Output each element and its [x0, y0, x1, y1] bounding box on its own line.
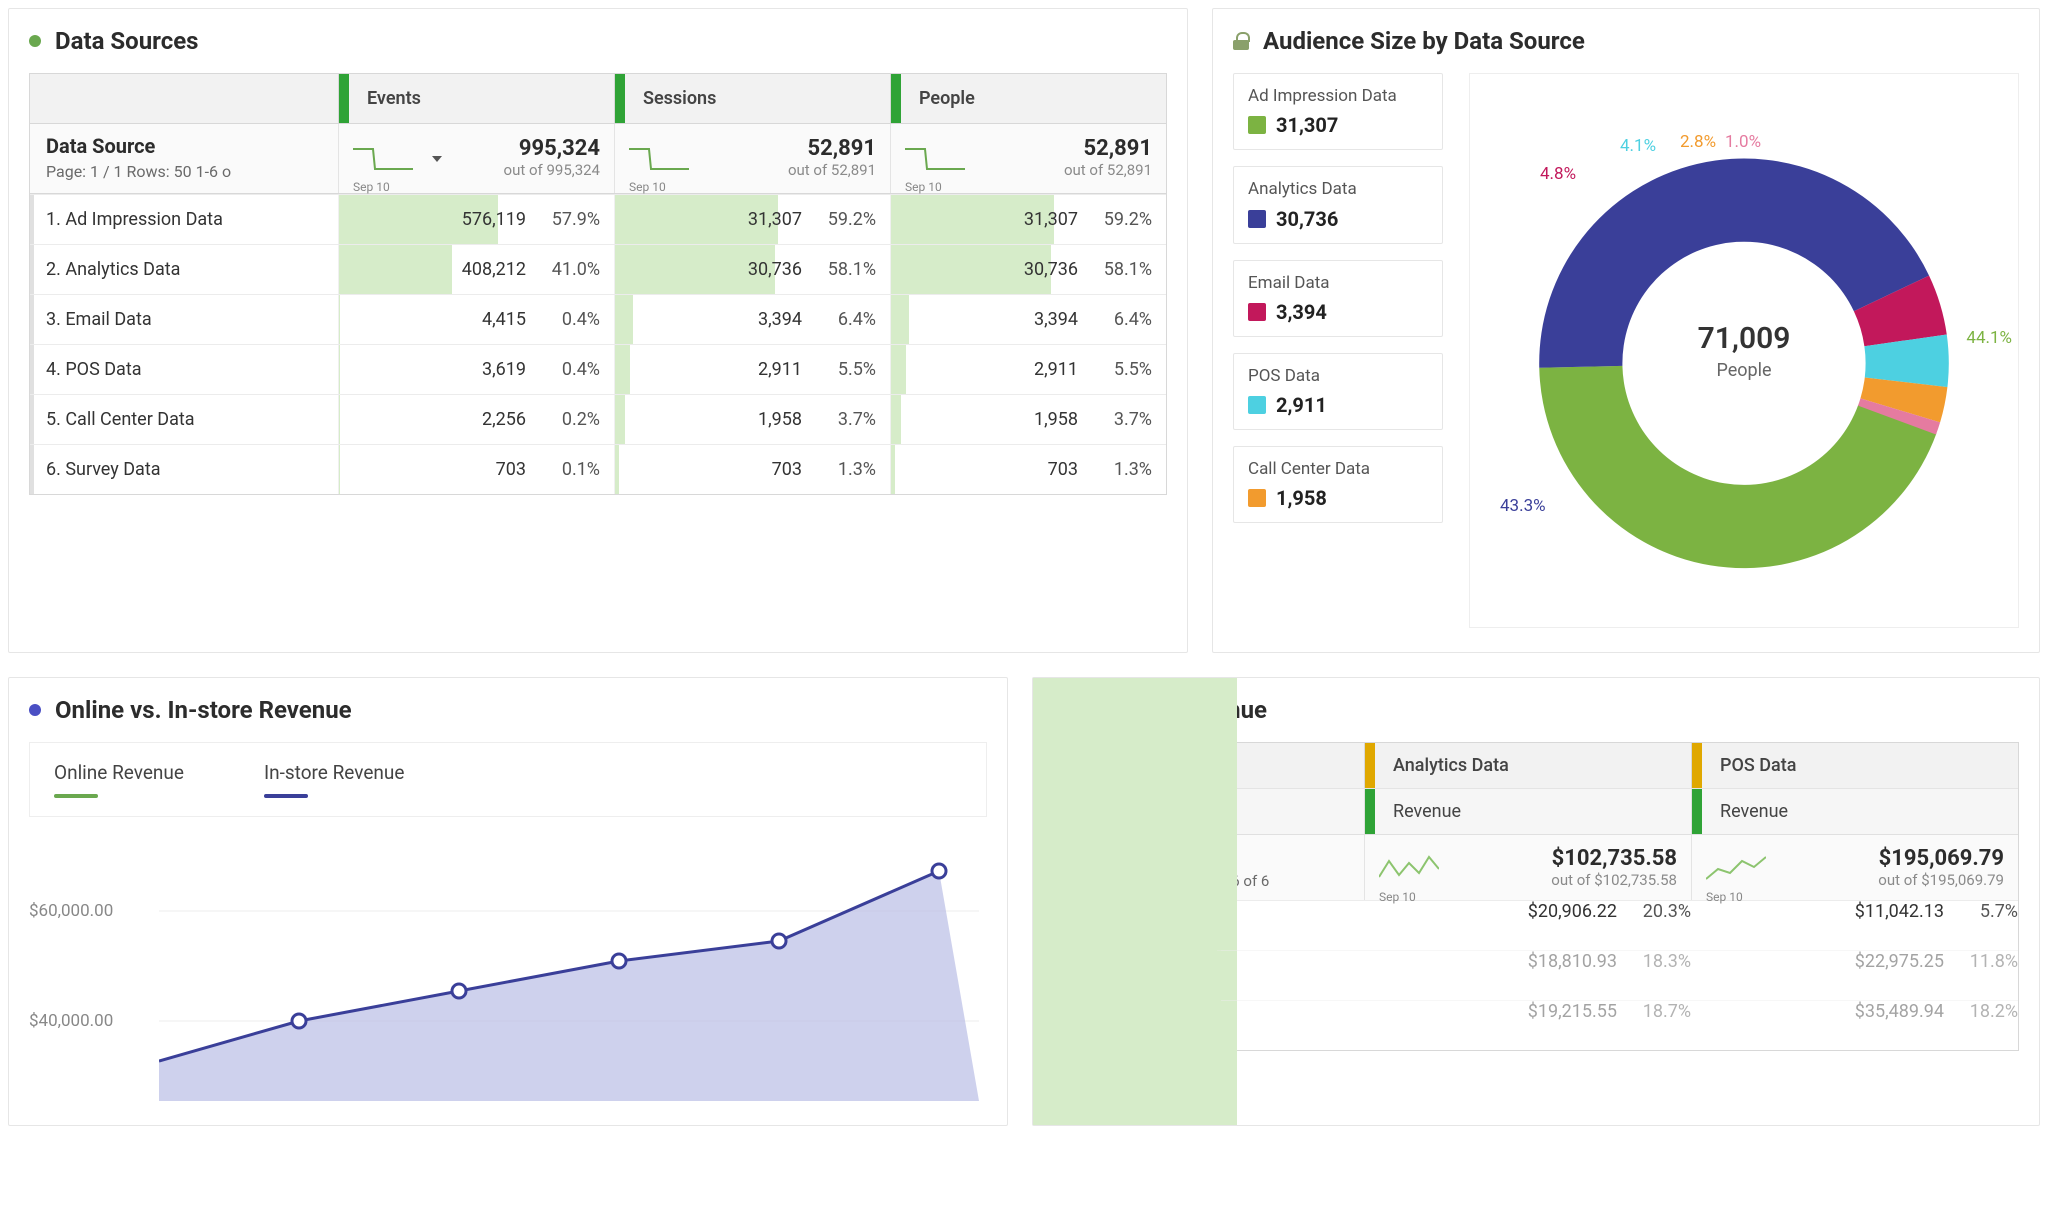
metric-cell: 1,9583.7% — [614, 395, 890, 444]
slice-label: 4.1% — [1620, 136, 1656, 156]
summary-events: Sep 10 995,324 out of 995,324 — [338, 124, 614, 193]
legend-item[interactable]: Analytics Data30,736 — [1233, 166, 1443, 243]
row-label: 5. Call Center Data — [30, 395, 338, 444]
table-corner — [30, 74, 338, 123]
metric-cell: 31,30759.2% — [614, 195, 890, 244]
metric-cell: $18,810.9318.3% — [1364, 951, 1691, 1000]
y-tick: $40,000.00 — [29, 1011, 113, 1031]
row-label: 6. Survey Data — [30, 445, 338, 494]
table-row[interactable]: 6. Survey Data7030.1%7031.3%7031.3% — [30, 444, 1166, 494]
table-row[interactable]: 2. Analytics Data408,21241.0%30,73658.1%… — [30, 244, 1166, 294]
metric-cell: $20,906.2220.3% — [1364, 901, 1691, 950]
sparkline-icon: Sep 10 — [629, 139, 689, 177]
panel-online-vs-instore: Online vs. In-store Revenue Online Reven… — [8, 677, 1008, 1126]
panel-title: Online vs. In-store Revenue — [55, 696, 352, 724]
sparkline-icon: Sep 10 — [353, 139, 413, 177]
legend-swatch — [1248, 303, 1266, 321]
slice-label: 44.1% — [1966, 328, 2012, 348]
line-chart[interactable]: $60,000.00 $40,000.00 — [29, 841, 987, 1101]
row-label: 4. POS Data — [30, 345, 338, 394]
col-events[interactable]: Events — [338, 74, 614, 123]
row-label: 3. Email Data — [30, 295, 338, 344]
panel-trended-revenue: Trended Revenue Analytics Data POS Data … — [1032, 677, 2040, 1126]
panel-title: Audience Size by Data Source — [1263, 27, 1585, 55]
legend-item-instore[interactable]: In-store Revenue — [264, 761, 405, 798]
data-sources-table: Events Sessions People Data Source Page:… — [29, 73, 1167, 495]
donut-center: 71,009 People — [1698, 321, 1791, 381]
metric-cell: 31,30759.2% — [890, 195, 1166, 244]
slice-label: 43.3% — [1500, 496, 1546, 516]
metric-cell: 7031.3% — [614, 445, 890, 494]
table-row[interactable]: 4. POS Data3,6190.4%2,9115.5%2,9115.5% — [30, 344, 1166, 394]
lock-icon — [1233, 32, 1249, 50]
metric-cell: 7030.1% — [338, 445, 614, 494]
metric-cell: 408,21241.0% — [338, 245, 614, 294]
metric-cell: 30,73658.1% — [614, 245, 890, 294]
metric-cell: 3,3946.4% — [890, 295, 1166, 344]
sparkline-icon: Sep 10 — [905, 139, 965, 177]
table-row[interactable]: 5. Call Center Data2,2560.2%1,9583.7%1,9… — [30, 394, 1166, 444]
metric-cell: 30,73658.1% — [890, 245, 1166, 294]
metric-cell: 1,9583.7% — [890, 395, 1166, 444]
col-people[interactable]: People — [890, 74, 1166, 123]
panel-title: Data Sources — [55, 27, 199, 55]
metric-cell: 2,2560.2% — [338, 395, 614, 444]
col-pos-data[interactable]: POS Data — [1691, 743, 2018, 788]
sparkline-icon: Sep 10 — [1706, 849, 1766, 887]
legend-item[interactable]: Email Data3,394 — [1233, 260, 1443, 337]
slice-label: 4.8% — [1540, 164, 1576, 184]
metric-cell: $11,042.135.7% — [1691, 901, 2018, 950]
metric-cell: 2,9115.5% — [890, 345, 1166, 394]
table-row[interactable]: 3. Sep 12, 2019$19,215.5518.7%$35,489.94… — [1054, 1000, 2018, 1050]
subcol-revenue[interactable]: Revenue — [1691, 789, 2018, 834]
metric-cell: $19,215.5518.7% — [1364, 1001, 1691, 1050]
status-dot-icon — [29, 704, 41, 716]
summary-analytics: Sep 10 $102,735.58 out of $102,735.58 — [1364, 835, 1691, 900]
summary-sessions: Sep 10 52,891 out of 52,891 — [614, 124, 890, 193]
sparkline-icon: Sep 10 — [1379, 849, 1439, 887]
table-row[interactable]: 3. Email Data4,4150.4%3,3946.4%3,3946.4% — [30, 294, 1166, 344]
metric-cell: 3,3946.4% — [614, 295, 890, 344]
row-label: 2. Analytics Data — [30, 245, 338, 294]
legend-swatch — [1248, 116, 1266, 134]
donut-legend: Ad Impression Data31,307 Analytics Data30… — [1233, 73, 1443, 628]
row-label: 1. Ad Impression Data — [30, 195, 338, 244]
legend-swatch — [264, 794, 308, 798]
metric-cell: 3,6190.4% — [338, 345, 614, 394]
metric-cell: 7031.3% — [890, 445, 1166, 494]
col-analytics-data[interactable]: Analytics Data — [1364, 743, 1691, 788]
legend-item[interactable]: POS Data2,911 — [1233, 353, 1443, 430]
dimension-header[interactable]: Data Source Page: 1 / 1 Rows: 50 1-6 o — [30, 124, 338, 193]
line-chart-legend: Online Revenue In-store Revenue — [29, 742, 987, 817]
legend-item[interactable]: Call Center Data1,958 — [1233, 446, 1443, 523]
legend-swatch — [1248, 396, 1266, 414]
summary-people: Sep 10 52,891 out of 52,891 — [890, 124, 1166, 193]
panel-data-sources: Data Sources Events Sessions People Data… — [8, 8, 1188, 653]
table-row[interactable]: 1. Ad Impression Data576,11957.9%31,3075… — [30, 194, 1166, 244]
donut-chart[interactable]: 71,009 People 44.1% 43.3% 4.8% 4.1% 2.8%… — [1469, 73, 2019, 628]
slice-label: 1.0% — [1725, 132, 1761, 152]
slice-label: 2.8% — [1680, 132, 1716, 152]
metric-cell: $22,975.2511.8% — [1691, 951, 2018, 1000]
panel-audience-size: Audience Size by Data Source Ad Impressi… — [1212, 8, 2040, 653]
metric-cell: 2,9115.5% — [614, 345, 890, 394]
col-sessions[interactable]: Sessions — [614, 74, 890, 123]
metric-cell: 4,4150.4% — [338, 295, 614, 344]
status-dot-icon — [29, 35, 41, 47]
subcol-revenue[interactable]: Revenue — [1364, 789, 1691, 834]
legend-swatch — [1248, 210, 1266, 228]
trended-table: Analytics Data POS Data Revenue Revenue … — [1053, 742, 2019, 1051]
metric-cell: 576,11957.9% — [338, 195, 614, 244]
summary-pos: Sep 10 $195,069.79 out of $195,069.79 — [1691, 835, 2018, 900]
legend-swatch — [54, 794, 98, 798]
legend-item[interactable]: Ad Impression Data31,307 — [1233, 73, 1443, 150]
legend-swatch — [1248, 489, 1266, 507]
legend-item-online[interactable]: Online Revenue — [54, 761, 184, 798]
y-tick: $60,000.00 — [29, 901, 113, 921]
metric-cell: $35,489.9418.2% — [1691, 1001, 2018, 1050]
sort-desc-icon[interactable] — [429, 150, 445, 166]
